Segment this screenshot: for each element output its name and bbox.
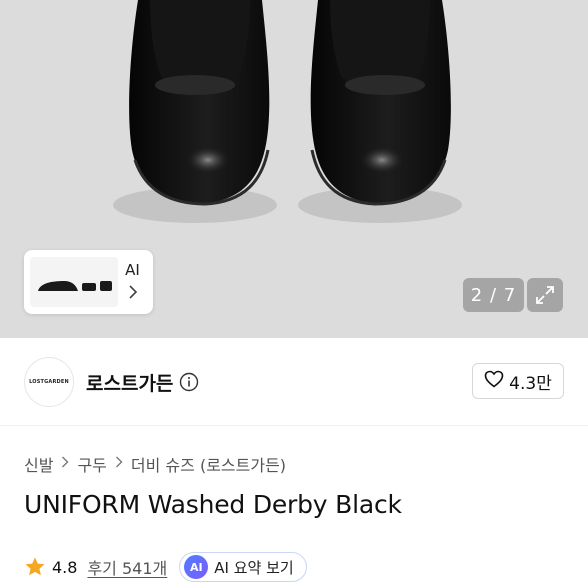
info-icon[interactable] <box>179 372 199 392</box>
ai-summary-label: AI 요약 보기 <box>214 558 294 577</box>
breadcrumb-item-dress-shoes[interactable]: 구두 <box>77 452 106 476</box>
thumbnail-image <box>30 257 118 307</box>
breadcrumb: 신발 구두 더비 슈즈 (로스트가든) <box>24 452 286 476</box>
shop-logo[interactable]: LOSTGARDEN <box>24 357 74 407</box>
chevron-right-icon <box>128 285 138 303</box>
product-image-gallery[interactable]: AI 2 / 7 <box>0 0 588 338</box>
section-divider <box>0 425 588 426</box>
expand-icon[interactable] <box>527 278 563 312</box>
rating-score: 4.8 <box>52 557 78 577</box>
favorite-count: 4.3만 <box>509 373 552 394</box>
review-summary: 4.8 후기 541개 AI AI 요약 보기 <box>24 552 307 582</box>
ai-badge: AI <box>184 555 209 579</box>
review-count-link[interactable]: 후기 541개 <box>87 555 167 579</box>
star-icon <box>24 556 46 578</box>
ai-label: AI <box>125 261 140 279</box>
breadcrumb-item-derby[interactable]: 더비 슈즈 (로스트가든) <box>131 452 286 476</box>
ai-summary-button[interactable]: AI AI 요약 보기 <box>179 552 307 582</box>
ai-similar-thumbnail-card[interactable]: AI <box>24 250 153 314</box>
shop-logo-text: LOSTGARDEN <box>29 379 69 385</box>
shop-row: LOSTGARDEN 로스트가든 4.3만 <box>24 356 564 408</box>
chevron-right-icon <box>61 456 69 472</box>
chevron-right-icon <box>115 456 123 472</box>
breadcrumb-item-shoes[interactable]: 신발 <box>24 452 53 476</box>
product-title: UNIFORM Washed Derby Black <box>24 490 402 519</box>
heart-icon <box>484 370 504 393</box>
shop-name[interactable]: 로스트가든 <box>86 369 173 396</box>
shop-favorite-button[interactable]: 4.3만 <box>472 363 564 399</box>
image-counter: 2 / 7 <box>463 278 524 312</box>
